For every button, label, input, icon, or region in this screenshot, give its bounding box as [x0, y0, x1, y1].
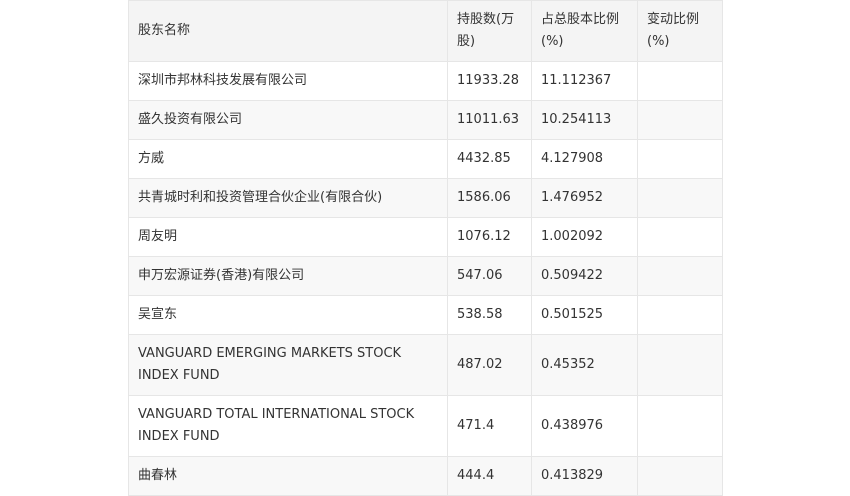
table-row: 深圳市邦林科技发展有限公司 11933.28 11.112367	[128, 61, 723, 101]
cell-shareholder-name: 深圳市邦林科技发展有限公司	[128, 61, 448, 101]
cell-change-ratio	[637, 217, 723, 257]
shareholders-table-container: 股东名称 持股数(万股) 占总股本比例(%) 变动比例(%) 深圳市邦林科技发展…	[128, 0, 723, 496]
cell-share-ratio: 4.127908	[531, 139, 638, 179]
cell-shareholder-name: 盛久投资有限公司	[128, 100, 448, 140]
cell-shareholder-name: VANGUARD EMERGING MARKETS STOCK INDEX FU…	[128, 334, 448, 396]
cell-shareholder-name: 申万宏源证券(香港)有限公司	[128, 256, 448, 296]
cell-change-ratio	[637, 334, 723, 396]
table-header-row: 股东名称 持股数(万股) 占总股本比例(%) 变动比例(%)	[128, 0, 723, 62]
cell-shares-held: 11011.63	[447, 100, 532, 140]
cell-shareholder-name: 曲春林	[128, 456, 448, 496]
cell-shares-held: 444.4	[447, 456, 532, 496]
cell-shares-held: 471.4	[447, 395, 532, 457]
header-shares-held: 持股数(万股)	[447, 0, 532, 62]
cell-change-ratio	[637, 139, 723, 179]
table-row: VANGUARD EMERGING MARKETS STOCK INDEX FU…	[128, 334, 723, 396]
cell-share-ratio: 0.509422	[531, 256, 638, 296]
cell-change-ratio	[637, 256, 723, 296]
cell-share-ratio: 0.438976	[531, 395, 638, 457]
table-row: 盛久投资有限公司 11011.63 10.254113	[128, 100, 723, 140]
cell-shares-held: 4432.85	[447, 139, 532, 179]
header-share-ratio: 占总股本比例(%)	[531, 0, 638, 62]
cell-change-ratio	[637, 395, 723, 457]
cell-share-ratio: 1.476952	[531, 178, 638, 218]
table-row: 共青城时利和投资管理合伙企业(有限合伙) 1586.06 1.476952	[128, 178, 723, 218]
cell-shareholder-name: 吴宣东	[128, 295, 448, 335]
header-shareholder-name: 股东名称	[128, 0, 448, 62]
cell-share-ratio: 1.002092	[531, 217, 638, 257]
cell-shares-held: 538.58	[447, 295, 532, 335]
cell-shares-held: 1076.12	[447, 217, 532, 257]
header-change-ratio: 变动比例(%)	[637, 0, 723, 62]
cell-shares-held: 487.02	[447, 334, 532, 396]
table-row: 曲春林 444.4 0.413829	[128, 456, 723, 496]
table-body: 深圳市邦林科技发展有限公司 11933.28 11.112367 盛久投资有限公司 11…	[128, 61, 723, 496]
table-row: 方威 4432.85 4.127908	[128, 139, 723, 179]
cell-shareholder-name: 方威	[128, 139, 448, 179]
cell-change-ratio	[637, 61, 723, 101]
cell-share-ratio: 11.112367	[531, 61, 638, 101]
cell-share-ratio: 0.413829	[531, 456, 638, 496]
table-row: 申万宏源证券(香港)有限公司 547.06 0.509422	[128, 256, 723, 296]
table-row: 周友明 1076.12 1.002092	[128, 217, 723, 257]
cell-change-ratio	[637, 100, 723, 140]
cell-shares-held: 1586.06	[447, 178, 532, 218]
cell-shares-held: 11933.28	[447, 61, 532, 101]
cell-change-ratio	[637, 295, 723, 335]
cell-change-ratio	[637, 178, 723, 218]
table-row: VANGUARD TOTAL INTERNATIONAL STOCK INDEX…	[128, 395, 723, 457]
cell-share-ratio: 10.254113	[531, 100, 638, 140]
table-row: 吴宣东 538.58 0.501525	[128, 295, 723, 335]
cell-share-ratio: 0.501525	[531, 295, 638, 335]
cell-share-ratio: 0.45352	[531, 334, 638, 396]
shareholders-table: 股东名称 持股数(万股) 占总股本比例(%) 变动比例(%) 深圳市邦林科技发展…	[128, 0, 723, 496]
cell-change-ratio	[637, 456, 723, 496]
cell-shareholder-name: VANGUARD TOTAL INTERNATIONAL STOCK INDEX…	[128, 395, 448, 457]
cell-shareholder-name: 周友明	[128, 217, 448, 257]
cell-shares-held: 547.06	[447, 256, 532, 296]
cell-shareholder-name: 共青城时利和投资管理合伙企业(有限合伙)	[128, 178, 448, 218]
